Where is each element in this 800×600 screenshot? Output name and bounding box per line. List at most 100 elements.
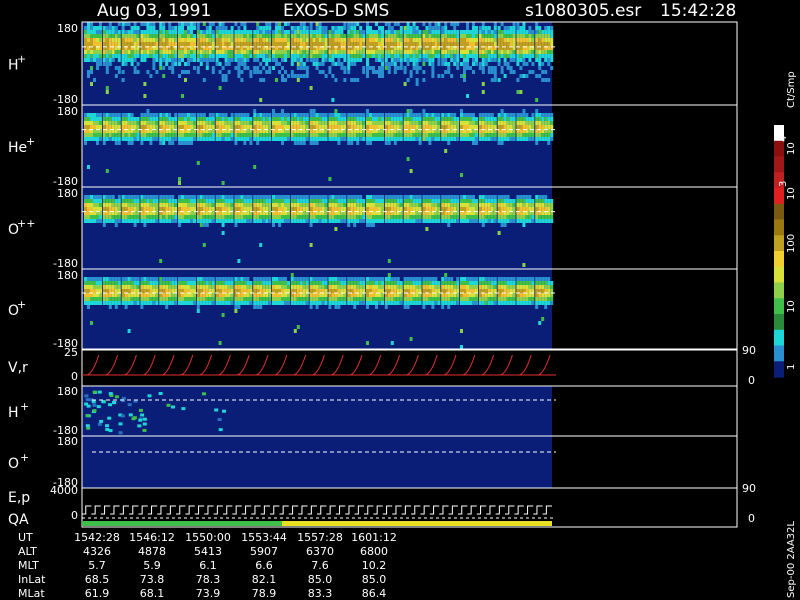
heatmap-cell — [493, 117, 497, 121]
heatmap-cell — [312, 203, 316, 207]
heatmap-cell — [290, 74, 294, 78]
heatmap-cell — [516, 113, 520, 117]
heatmap-cell — [447, 285, 451, 289]
heatmap-cell — [469, 66, 472, 70]
heatmap-cell — [350, 62, 354, 66]
heatmap-cell — [262, 117, 266, 121]
heatmap-cell — [275, 26, 278, 30]
heatmap-cell — [193, 42, 196, 46]
heatmap-cell — [484, 293, 488, 297]
heatmap-cell — [396, 34, 400, 38]
heatmap-cell — [90, 30, 93, 34]
heatmap-cell — [168, 22, 172, 26]
heatmap-cell — [425, 58, 429, 62]
heatmap-cell — [372, 219, 375, 223]
heatmap-cell — [399, 50, 403, 54]
heatmap-cell — [431, 277, 435, 281]
heatmap-cell — [108, 121, 112, 125]
heatmap-cell — [331, 203, 335, 207]
heatmap-cell — [463, 219, 466, 223]
heatmap-cell — [105, 219, 109, 223]
heatmap-cell — [174, 113, 178, 117]
heatmap-cell — [478, 66, 482, 70]
heatmap-cell — [538, 26, 542, 30]
heatmap-cell — [321, 30, 325, 34]
heatmap-cell — [312, 281, 316, 285]
heatmap-cell — [535, 117, 539, 121]
heatmap-cell — [369, 66, 372, 70]
heatmap-cell — [412, 301, 416, 305]
heatmap-cell — [497, 195, 501, 199]
heatmap-cell — [450, 38, 454, 42]
heatmap-cell — [193, 125, 196, 129]
heatmap-cell — [399, 281, 403, 285]
heatmap-cell — [381, 199, 384, 203]
heatmap-cell — [550, 215, 554, 219]
heatmap-cell — [240, 219, 244, 223]
heatmap-cell — [181, 301, 184, 305]
heatmap-cell — [456, 285, 460, 289]
heatmap-cell — [133, 297, 137, 301]
heatmap-cell — [366, 199, 369, 203]
heatmap-cell — [227, 293, 231, 297]
heatmap-cell — [450, 117, 454, 121]
heatmap-cell — [221, 54, 225, 58]
heatmap-cell — [305, 301, 309, 305]
heatmap-cell — [208, 203, 212, 207]
heatmap-cell — [460, 74, 463, 78]
heatmap-cell — [240, 203, 244, 207]
heatmap-cell — [184, 42, 187, 46]
heatmap-cell — [453, 30, 457, 34]
heatmap-cell — [356, 141, 360, 145]
heatmap-cell — [362, 125, 366, 129]
heatmap-cell — [487, 203, 491, 207]
heatmap-cell — [350, 137, 354, 141]
heatmap-cell — [487, 42, 491, 46]
heatmap-cell — [234, 285, 238, 289]
heatmap-cell — [281, 285, 284, 289]
heatmap-cell — [159, 66, 163, 70]
heatmap-cell — [302, 113, 306, 117]
heatmap-cell — [512, 121, 516, 125]
heatmap-cell — [187, 133, 190, 137]
heatmap-cell — [290, 121, 294, 125]
heatmap-cell — [130, 38, 134, 42]
heatmap-cell — [224, 277, 228, 281]
heatmap-cell — [538, 34, 542, 38]
heatmap-cell — [165, 301, 169, 305]
heatmap-cell — [146, 70, 150, 74]
heatmap-cell — [96, 301, 99, 305]
heatmap-cell — [243, 38, 247, 42]
heatmap-cell — [265, 137, 269, 141]
heatmap-cell — [272, 113, 275, 117]
heatmap-cell — [299, 113, 303, 117]
heatmap-cell — [337, 141, 341, 145]
heatmap-cell — [243, 22, 247, 26]
heatmap-cell — [133, 30, 137, 34]
heatmap-cell — [117, 22, 121, 26]
heatmap-cell — [318, 301, 322, 305]
heatmap-cell — [299, 50, 303, 54]
heatmap-cell — [415, 297, 419, 301]
heatmap-cell — [265, 207, 269, 211]
heatmap-cell — [535, 58, 539, 62]
heatmap-cell — [538, 285, 542, 289]
heatmap-cell — [450, 22, 454, 26]
heatmap-cell — [337, 117, 341, 121]
heatmap-cell — [503, 54, 507, 58]
heatmap-cell — [275, 203, 278, 207]
heatmap-cell — [221, 66, 225, 70]
heatmap-cell — [422, 42, 426, 46]
heatmap-cell — [437, 203, 441, 207]
heatmap-cell — [127, 215, 131, 219]
heatmap-cell — [334, 227, 338, 231]
heatmap-cell — [152, 293, 156, 297]
heatmap-cell — [275, 293, 278, 297]
heatmap-cell — [318, 199, 322, 203]
heatmap-cell — [393, 289, 397, 293]
heatmap-cell — [547, 133, 551, 137]
heatmap-cell — [324, 277, 328, 281]
heatmap-cell — [143, 22, 147, 26]
heatmap-cell — [305, 215, 309, 219]
heatmap-cell — [372, 281, 375, 285]
